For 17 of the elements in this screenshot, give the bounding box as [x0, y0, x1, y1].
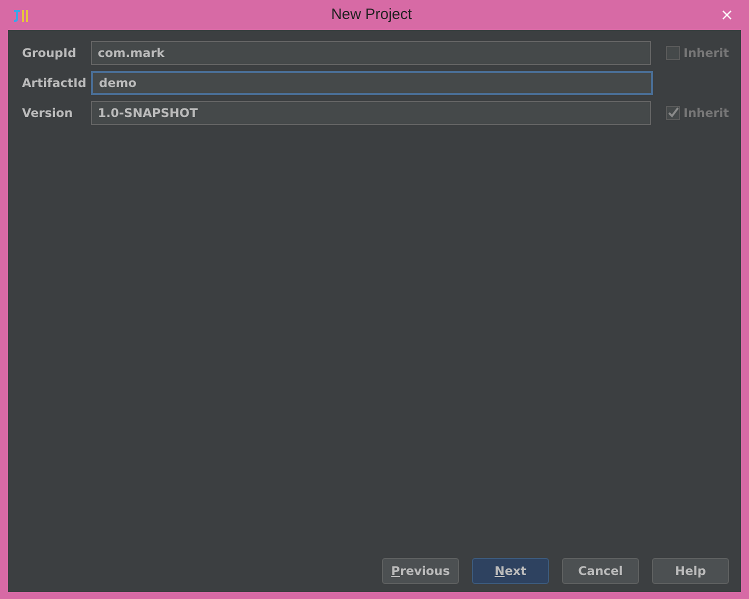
field-label: ArtifactId — [22, 75, 88, 92]
field-label: Version — [22, 105, 74, 122]
text-field[interactable]: demo — [91, 71, 653, 95]
close-button[interactable]: × — [713, 7, 741, 23]
inherit-checkbox[interactable] — [666, 46, 680, 60]
text-field[interactable]: 1.0-SNAPSHOT — [90, 101, 651, 125]
field-label: GroupId — [22, 45, 78, 62]
text-field[interactable]: com.mark — [90, 41, 651, 65]
previous-button[interactable]: Previous — [382, 558, 459, 584]
window-title: New Project — [330, 4, 413, 25]
cancel-button[interactable]: Cancel — [562, 558, 639, 584]
app-icon — [12, 7, 30, 23]
checkbox-label: Inherit — [684, 45, 729, 62]
next-button[interactable]: Next — [472, 558, 549, 584]
inherit-checkbox[interactable] — [666, 106, 680, 120]
help-button[interactable]: Help — [652, 558, 729, 584]
checkbox-label: Inherit — [684, 105, 729, 122]
